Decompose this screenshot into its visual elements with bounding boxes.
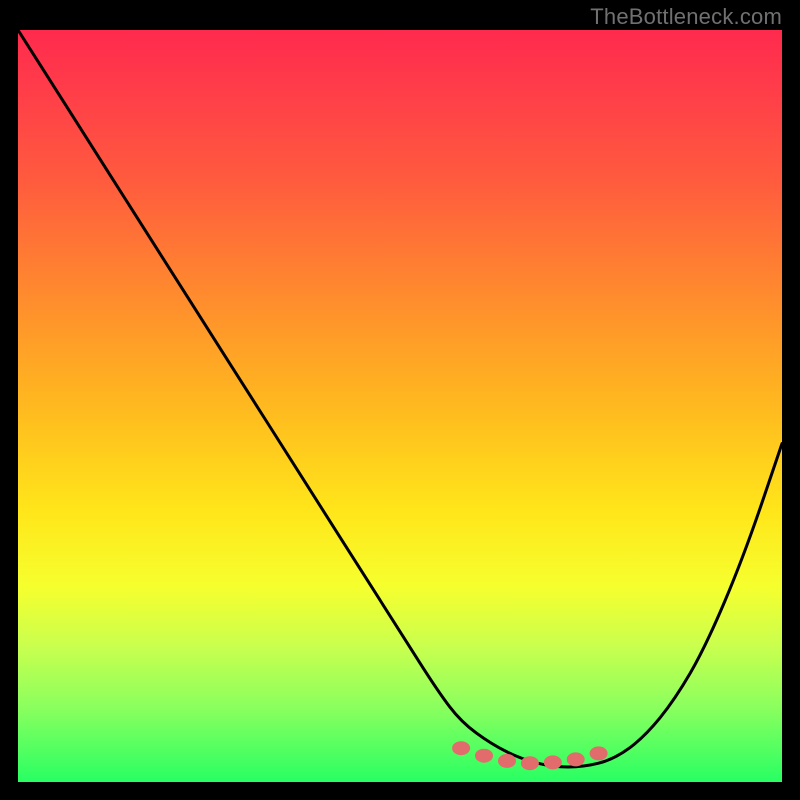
marker-dot bbox=[567, 752, 585, 766]
watermark-text: TheBottleneck.com bbox=[590, 4, 782, 30]
chart-plot-area bbox=[18, 30, 782, 782]
chart-svg bbox=[18, 30, 782, 782]
marker-dot bbox=[544, 755, 562, 769]
marker-dot bbox=[590, 746, 608, 760]
marker-dot bbox=[521, 756, 539, 770]
chart-frame: TheBottleneck.com bbox=[0, 0, 800, 800]
marker-dot bbox=[498, 754, 516, 768]
marker-dot bbox=[475, 749, 493, 763]
marker-dot bbox=[452, 741, 470, 755]
bottleneck-curve bbox=[18, 30, 782, 767]
